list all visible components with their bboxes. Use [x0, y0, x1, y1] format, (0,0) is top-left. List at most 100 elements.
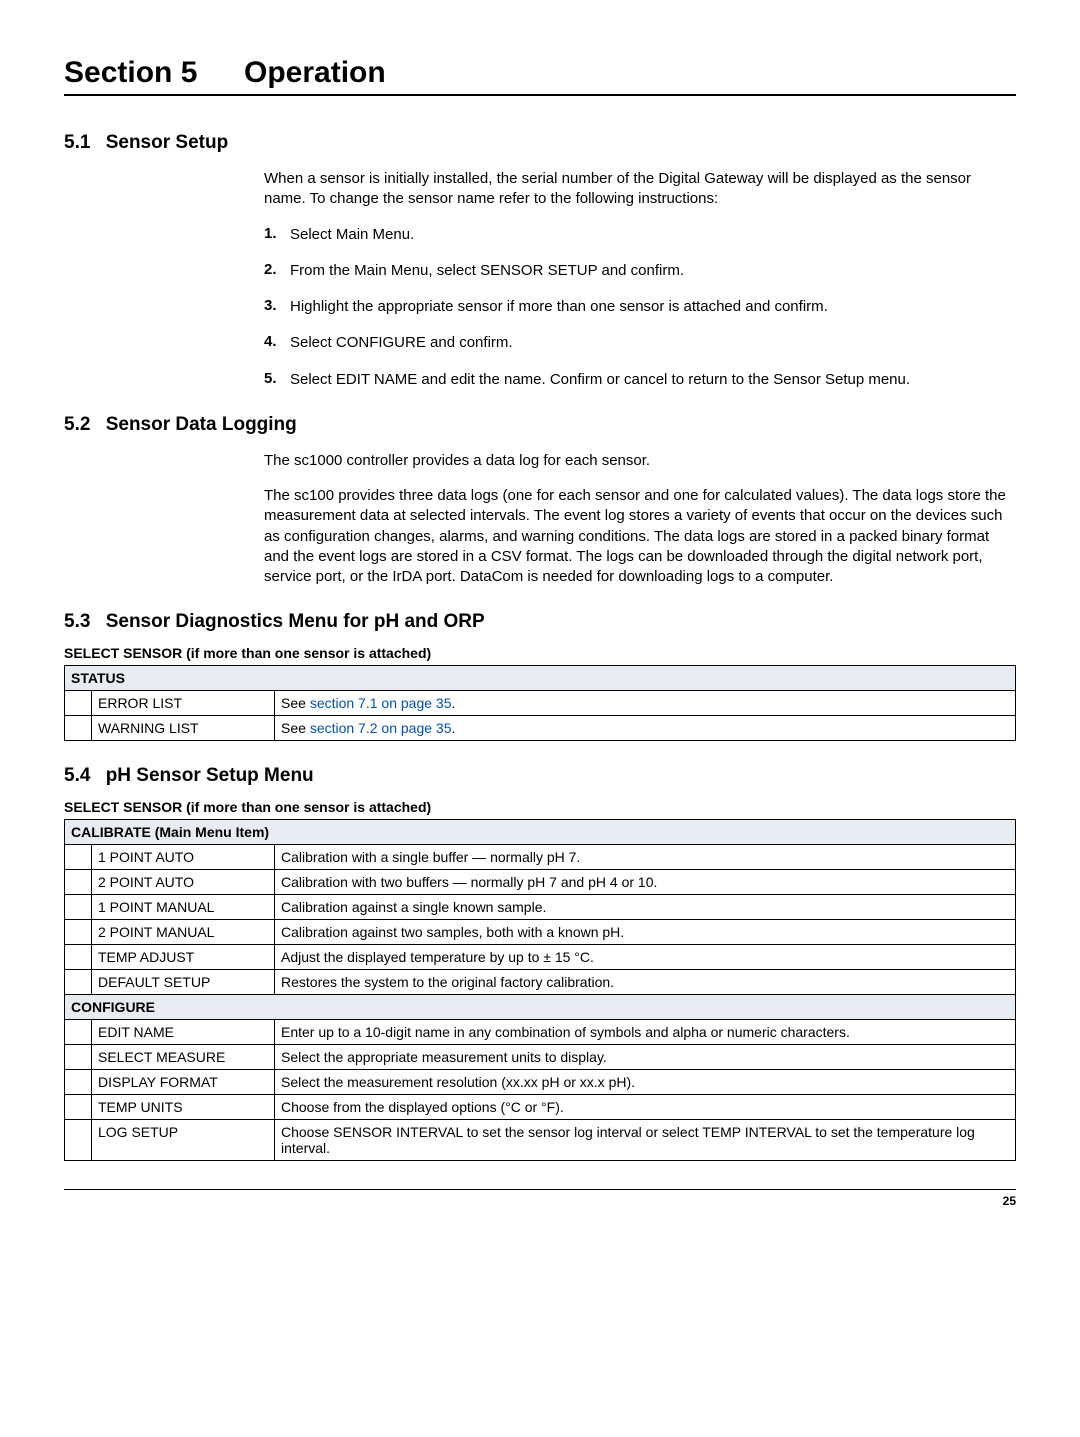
row-name: DISPLAY FORMAT	[92, 1070, 275, 1095]
row-name: 1 POINT AUTO	[92, 845, 275, 870]
table-row: 2 POINT AUTOCalibration with two buffers…	[65, 870, 1016, 895]
indent-cell	[65, 970, 92, 995]
calibrate-header-cell: CALIBRATE (Main Menu Item)	[65, 820, 1016, 845]
table-header-row: STATUS	[65, 666, 1016, 691]
indent-cell	[65, 845, 92, 870]
row-name: EDIT NAME	[92, 1020, 275, 1045]
heading-text: Sensor Data Logging	[106, 414, 297, 435]
section-name: Operation	[244, 56, 386, 89]
indent-cell	[65, 870, 92, 895]
indent-cell	[65, 1020, 92, 1045]
step-text: From the Main Menu, select SENSOR SETUP …	[290, 261, 1016, 281]
heading-5-4: 5.4 pH Sensor Setup Menu	[64, 765, 1016, 787]
configure-header-cell: CONFIGURE	[65, 995, 1016, 1020]
heading-num: 5.2	[64, 414, 90, 436]
row-name: 1 POINT MANUAL	[92, 895, 275, 920]
step-text: Select CONFIGURE and confirm.	[290, 333, 1016, 353]
step-item: 1.Select Main Menu.	[264, 225, 1016, 245]
table-row: TEMP ADJUSTAdjust the displayed temperat…	[65, 945, 1016, 970]
row-name: 2 POINT MANUAL	[92, 920, 275, 945]
indent-cell	[65, 920, 92, 945]
table-header-row: CONFIGURE	[65, 995, 1016, 1020]
page-footer: 25	[64, 1189, 1016, 1208]
step-number: 3.	[264, 297, 290, 317]
table-row: EDIT NAMEEnter up to a 10-digit name in …	[65, 1020, 1016, 1045]
indent-cell	[65, 691, 92, 716]
indent-cell	[65, 1070, 92, 1095]
heading-num: 5.3	[64, 611, 90, 633]
heading-num: 5.1	[64, 132, 90, 154]
row-desc: Choose from the displayed options (°C or…	[275, 1095, 1016, 1120]
row-desc: Enter up to a 10-digit name in any combi…	[275, 1020, 1016, 1045]
indent-cell	[65, 1095, 92, 1120]
section-number: Section 5	[64, 56, 244, 90]
table-caption-5-4: SELECT SENSOR (if more than one sensor i…	[64, 799, 1016, 815]
row-name: DEFAULT SETUP	[92, 970, 275, 995]
step-item: 3.Highlight the appropriate sensor if mo…	[264, 297, 1016, 317]
row-name: TEMP UNITS	[92, 1095, 275, 1120]
step-item: 2.From the Main Menu, select SENSOR SETU…	[264, 261, 1016, 281]
heading-text: pH Sensor Setup Menu	[106, 765, 314, 786]
row-desc: Adjust the displayed temperature by up t…	[275, 945, 1016, 970]
row-desc: Calibration with a single buffer — norma…	[275, 845, 1016, 870]
table-row: TEMP UNITSChoose from the displayed opti…	[65, 1095, 1016, 1120]
heading-text: Sensor Setup	[106, 132, 228, 153]
table-row: DEFAULT SETUPRestores the system to the …	[65, 970, 1016, 995]
row-desc: Select the measurement resolution (xx.xx…	[275, 1070, 1016, 1095]
row-desc: Restores the system to the original fact…	[275, 970, 1016, 995]
heading-5-3: 5.3 Sensor Diagnostics Menu for pH and O…	[64, 611, 1016, 633]
step-item: 4.Select CONFIGURE and confirm.	[264, 333, 1016, 353]
setup-table: CALIBRATE (Main Menu Item) 1 POINT AUTOC…	[64, 819, 1016, 1161]
steps-list: 1.Select Main Menu. 2.From the Main Menu…	[264, 225, 1016, 390]
table-row: ERROR LIST See section 7.1 on page 35.	[65, 691, 1016, 716]
row-desc: See section 7.2 on page 35.	[275, 716, 1016, 741]
table-caption-5-3: SELECT SENSOR (if more than one sensor i…	[64, 645, 1016, 661]
table-row: DISPLAY FORMATSelect the measurement res…	[65, 1070, 1016, 1095]
row-name: WARNING LIST	[92, 716, 275, 741]
table-header-row: CALIBRATE (Main Menu Item)	[65, 820, 1016, 845]
xref-link[interactable]: section 7.2 on page 35	[310, 720, 452, 736]
indent-cell	[65, 1045, 92, 1070]
row-name: SELECT MEASURE	[92, 1045, 275, 1070]
heading-text: Sensor Diagnostics Menu for pH and ORP	[106, 611, 485, 632]
indent-cell	[65, 895, 92, 920]
heading-num: 5.4	[64, 765, 90, 787]
section-title: Section 5Operation	[64, 56, 1016, 96]
xref-link[interactable]: section 7.1 on page 35	[310, 695, 452, 711]
status-header-cell: STATUS	[65, 666, 1016, 691]
step-item: 5.Select EDIT NAME and edit the name. Co…	[264, 370, 1016, 390]
heading-5-1: 5.1 Sensor Setup	[64, 132, 1016, 154]
step-text: Highlight the appropriate sensor if more…	[290, 297, 1016, 317]
para-5-2-2: The sc100 provides three data logs (one …	[264, 486, 1016, 587]
table-row: SELECT MEASURESelect the appropriate mea…	[65, 1045, 1016, 1070]
row-desc: Choose SENSOR INTERVAL to set the sensor…	[275, 1120, 1016, 1161]
row-desc: Select the appropriate measurement units…	[275, 1045, 1016, 1070]
indent-cell	[65, 1120, 92, 1161]
step-number: 5.	[264, 370, 290, 390]
row-name: TEMP ADJUST	[92, 945, 275, 970]
page-number: 25	[1003, 1194, 1016, 1208]
step-number: 2.	[264, 261, 290, 281]
heading-5-2: 5.2 Sensor Data Logging	[64, 414, 1016, 436]
table-row: LOG SETUPChoose SENSOR INTERVAL to set t…	[65, 1120, 1016, 1161]
para-5-2-1: The sc1000 controller provides a data lo…	[264, 451, 1016, 471]
step-number: 4.	[264, 333, 290, 353]
table-row: WARNING LIST See section 7.2 on page 35.	[65, 716, 1016, 741]
intro-5-1: When a sensor is initially installed, th…	[264, 169, 1016, 210]
row-desc: Calibration against two samples, both wi…	[275, 920, 1016, 945]
table-row: 1 POINT MANUALCalibration against a sing…	[65, 895, 1016, 920]
row-name: LOG SETUP	[92, 1120, 275, 1161]
step-text: Select EDIT NAME and edit the name. Conf…	[290, 370, 1016, 390]
indent-cell	[65, 945, 92, 970]
step-number: 1.	[264, 225, 290, 245]
table-row: 1 POINT AUTOCalibration with a single bu…	[65, 845, 1016, 870]
step-text: Select Main Menu.	[290, 225, 1016, 245]
row-desc: Calibration against a single known sampl…	[275, 895, 1016, 920]
row-desc: Calibration with two buffers — normally …	[275, 870, 1016, 895]
status-table: STATUS ERROR LIST See section 7.1 on pag…	[64, 665, 1016, 741]
indent-cell	[65, 716, 92, 741]
table-row: 2 POINT MANUALCalibration against two sa…	[65, 920, 1016, 945]
row-name: 2 POINT AUTO	[92, 870, 275, 895]
row-desc: See section 7.1 on page 35.	[275, 691, 1016, 716]
row-name: ERROR LIST	[92, 691, 275, 716]
